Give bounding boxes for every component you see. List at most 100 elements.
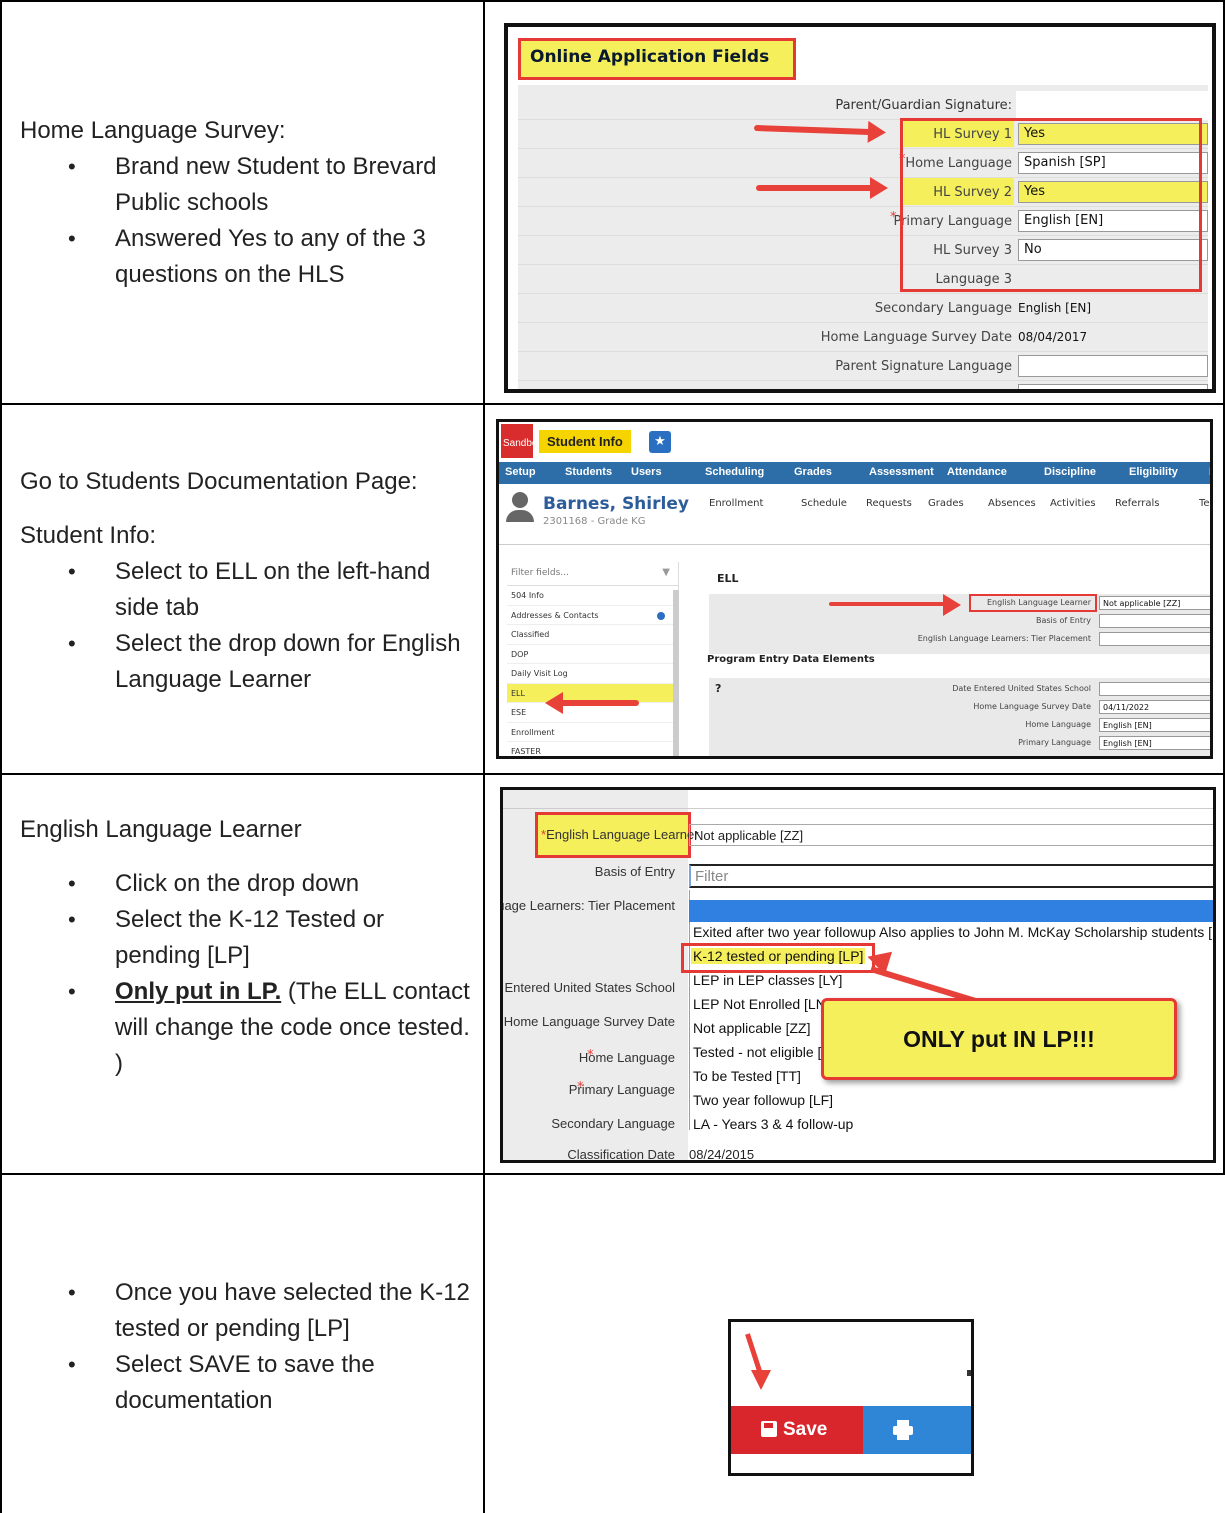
field-value[interactable] <box>1099 632 1210 646</box>
field-label: anguage Learners: Tier Placement <box>500 898 675 913</box>
dropdown-option[interactable]: LA - Years 3 & 4 follow-up <box>691 1116 855 1132</box>
field-value[interactable]: English [EN] <box>1099 736 1210 750</box>
tab-schedule[interactable]: Schedule <box>801 498 847 509</box>
field-row: Secondary Language English [EN] <box>518 294 1208 323</box>
field-value[interactable]: English [EN] <box>1099 718 1210 732</box>
nav-item-discipline[interactable]: Discipline <box>1044 466 1096 478</box>
sidebar-scrollbar[interactable] <box>673 590 679 756</box>
sidebar-item[interactable]: Enrollment <box>507 723 678 742</box>
top-divider <box>503 808 1213 809</box>
row2-bullet-2: Select the drop down for English Languag… <box>0 626 484 698</box>
field-label: Date Entered United States School <box>952 684 1091 693</box>
screenshot-online-application: Online Application Fields Parent/Guardia… <box>504 23 1216 393</box>
tab-absences[interactable]: Absences <box>988 498 1036 509</box>
tab-referrals[interactable]: Referrals <box>1115 498 1160 509</box>
dropdown-option[interactable]: LEP in LEP classes [LY] <box>691 972 844 988</box>
dropdown-option[interactable]: LEP Not Enrolled [LN] <box>691 996 832 1012</box>
subsection-title: Program Entry Data Elements <box>707 654 875 665</box>
field-value[interactable] <box>1099 682 1210 696</box>
floppy-icon-slot <box>764 1423 773 1428</box>
dropdown-option[interactable]: Exited after two year followup Also appl… <box>691 924 1213 940</box>
ell-label-highlight <box>969 594 1097 612</box>
tab-grades[interactable]: Grades <box>928 498 964 509</box>
sidebar-list: 504 Info Addresses & Contacts Classified DO… <box>507 586 678 756</box>
row3-heading: English Language Learner <box>20 816 302 843</box>
tab-enrollment[interactable]: Enrollment <box>709 498 763 509</box>
sidebar-item[interactable]: DOP <box>507 645 678 664</box>
row-divider-2 <box>0 773 1225 775</box>
save-button[interactable]: Save <box>731 1406 863 1454</box>
student-name[interactable]: Barnes, Shirley <box>543 494 689 514</box>
nav-item-users[interactable]: Users <box>631 466 662 478</box>
field-value[interactable]: 04/11/2022 <box>1099 700 1210 714</box>
nav-item-florid[interactable]: Florid <box>1209 466 1210 478</box>
dropdown-border <box>689 890 690 1130</box>
ell-fields-panel: English Language Learner Not applicable [… <box>709 594 1210 654</box>
field-row: Parent Signature Language <box>518 352 1208 381</box>
row2-heading: Go to Students Documentation Page: <box>20 468 418 495</box>
field-value[interactable] <box>1018 355 1208 377</box>
sidebar-item[interactable]: 504 Info <box>507 586 678 606</box>
tab-requests[interactable]: Requests <box>866 498 912 509</box>
sidebar-item[interactable]: Daily Visit Log <box>507 664 678 684</box>
sidebar-item[interactable]: Classified <box>507 625 678 645</box>
print-button[interactable] <box>863 1406 971 1454</box>
dropdown-option[interactable]: Tested - not eligible [T <box>691 1044 832 1060</box>
nav-item-grades[interactable]: Grades <box>794 466 832 478</box>
arrow-ell-tab <box>545 692 639 714</box>
screenshot-ell-dropdown: *English Language Learner Not applicable… <box>500 787 1216 1163</box>
section-title: ELL <box>717 572 739 585</box>
ell-select[interactable]: Not applicable [ZZ] <box>689 824 1213 846</box>
dropdown-filter-input[interactable]: Filter <box>689 864 1213 888</box>
nav-item-scheduling[interactable]: Scheduling <box>705 466 764 478</box>
nav-item-eligibility[interactable]: Eligibility <box>1129 466 1178 478</box>
dropdown-option[interactable]: Not applicable [ZZ] <box>691 1020 813 1036</box>
tab-activities[interactable]: Activities <box>1050 498 1096 509</box>
field-value[interactable] <box>1099 614 1210 628</box>
dropdown-option[interactable]: Two year followup [LF] <box>691 1092 835 1108</box>
dropdown-option[interactable]: To be Tested [TT] <box>691 1068 803 1084</box>
filter-fields-input[interactable]: Filter fields... <box>507 562 678 586</box>
row3-bullet-3-bold: Only put in LP. <box>115 978 282 1005</box>
help-icon[interactable]: ? <box>715 682 721 695</box>
row-divider-1 <box>0 403 1225 405</box>
signature-value[interactable] <box>1016 91 1208 120</box>
nav-item-students[interactable]: Students <box>565 466 612 478</box>
nav-item-attendance[interactable]: Attendance <box>947 466 1007 478</box>
classification-date-value: 08/24/2015 <box>689 1147 755 1162</box>
field-label: Home Language Survey Date <box>503 1014 675 1029</box>
row2-spacer <box>20 500 484 518</box>
field-label: Date Entered United States School <box>503 980 675 995</box>
lp-option-highlight <box>681 943 875 973</box>
sandbox-text: Sandbox <box>503 438 543 449</box>
sidebar-item[interactable]: Addresses & Contacts <box>507 606 678 625</box>
save-label: Save <box>783 1419 828 1440</box>
arrow-save-head <box>751 1370 771 1390</box>
field-value[interactable]: Not applicable [ZZ] <box>1099 596 1210 610</box>
sidebar-item[interactable]: FASTER <box>507 742 678 756</box>
row2-bullet-1: Select to ELL on the left-hand side tab <box>0 554 484 626</box>
field-value[interactable]: English [EN] <box>1018 299 1091 317</box>
row4-bullet-1: Once you have selected the K-12 tested o… <box>0 1275 484 1347</box>
edge-mark <box>967 1370 971 1376</box>
nav-item-setup[interactable]: Setup <box>505 466 536 478</box>
row-divider-3 <box>0 1173 1225 1175</box>
dropdown-highlight-row[interactable] <box>689 900 1213 922</box>
field-label: Parent Signature Language <box>835 359 1012 374</box>
field-row: Parent/Guardian Signature: <box>518 91 1208 120</box>
left-sidebar: Filter fields... ▼ 504 Info Addresses & C… <box>507 562 679 756</box>
row1-bullet-2: Answered Yes to any of the 3 questions o… <box>0 221 484 293</box>
tab-test[interactable]: Test <box>1199 498 1210 509</box>
ell-label: *English Language Learner <box>541 827 699 842</box>
field-label: Secondary Language <box>551 1116 675 1131</box>
field-value[interactable]: 08/04/2017 <box>1018 328 1087 346</box>
field-label: Basis of Entry <box>594 864 675 879</box>
field-label: Parent/Guardian Signature: <box>835 98 1012 113</box>
screenshot-student-info: Sandbox Student Info ★ Setup Students User… <box>496 419 1213 759</box>
row2-subheading: Student Info: <box>20 522 157 549</box>
favorite-star-icon[interactable]: ★ <box>649 431 671 453</box>
field-value[interactable] <box>1018 384 1208 389</box>
row1-instructions: Home Language Survey: Brand new Student … <box>0 113 484 293</box>
printer-icon <box>893 1420 913 1440</box>
nav-item-assessment[interactable]: Assessment <box>869 466 934 478</box>
